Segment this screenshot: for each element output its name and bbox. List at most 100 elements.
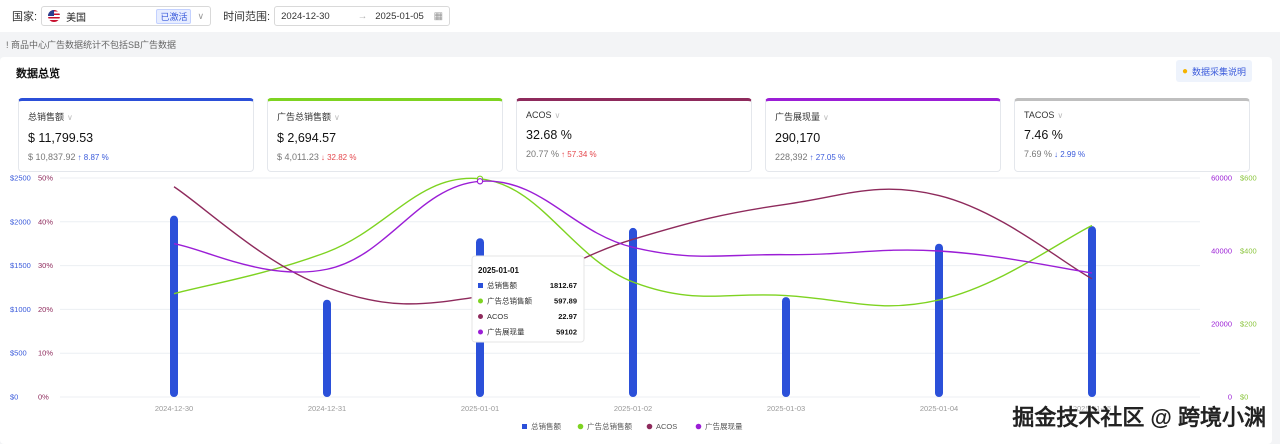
date-range-picker[interactable]: 2024-12-30 → 2025-01-05 ▦ bbox=[274, 6, 451, 26]
metric-name: 广告展现量 bbox=[775, 112, 821, 122]
x-tick-label: 2025-01-04 bbox=[920, 404, 958, 413]
chevron-down-icon: ∨ bbox=[197, 10, 205, 21]
metric-previous: 228,392 bbox=[775, 152, 808, 162]
y-tick-sales: $1500 bbox=[10, 261, 31, 270]
panel-title: 数据总览 bbox=[16, 68, 60, 80]
y-tick-sales: $2500 bbox=[10, 174, 31, 183]
us-flag-icon bbox=[48, 10, 61, 22]
date-end[interactable]: 2025-01-05 bbox=[375, 11, 424, 22]
y-tick-acos: 20% bbox=[38, 305, 53, 314]
metric-name: TACOS bbox=[1024, 110, 1055, 120]
data-collection-help-button[interactable]: ● 数据采集说明 bbox=[1175, 60, 1252, 82]
metric-change: ↓ 32.82 % bbox=[320, 153, 357, 162]
tooltip-series-name: ACOS bbox=[487, 312, 508, 321]
y-tick-ad-sales: $400 bbox=[1240, 247, 1257, 256]
metric-change: ↑ 8.87 % bbox=[77, 153, 109, 162]
bar-total-sales bbox=[1088, 226, 1096, 397]
legend-label: 广告总销售额 bbox=[587, 421, 632, 431]
bar-total-sales bbox=[935, 243, 943, 397]
date-start[interactable]: 2024-12-30 bbox=[281, 11, 330, 22]
x-tick-label: 2024-12-30 bbox=[155, 404, 193, 413]
y-tick-acos: 10% bbox=[38, 349, 53, 358]
metric-name: 广告总销售额 bbox=[277, 112, 332, 122]
y-tick-acos: 50% bbox=[38, 174, 53, 183]
tooltip-series-name: 广告总销售额 bbox=[487, 296, 532, 306]
metric-previous: $ 10,837.92 bbox=[28, 152, 76, 162]
bar-total-sales bbox=[170, 215, 178, 397]
legend-label: 总销售额 bbox=[531, 421, 561, 431]
country-value: 美国 bbox=[66, 12, 87, 24]
x-tick-label: 2025-01-03 bbox=[767, 404, 805, 413]
x-tick-label: 2024-12-31 bbox=[308, 404, 346, 413]
tooltip-series-value: 1812.67 bbox=[550, 281, 577, 290]
metric-name: 总销售额 bbox=[28, 112, 65, 122]
y-tick-sales: $0 bbox=[10, 393, 18, 402]
chevron-down-icon[interactable]: ∨ bbox=[555, 111, 561, 120]
y-tick-impressions: 60000 bbox=[1211, 174, 1232, 183]
bar-total-sales bbox=[629, 227, 637, 397]
time-range-label: 时间范围: bbox=[223, 11, 271, 23]
tooltip-series-value: 22.97 bbox=[558, 312, 577, 321]
bar-total-sales bbox=[323, 299, 331, 397]
metric-value: $ 11,799.53 bbox=[28, 131, 94, 145]
y-tick-acos: 0% bbox=[38, 393, 49, 402]
tooltip-series-value: 59102 bbox=[556, 328, 577, 337]
tooltip-swatch bbox=[478, 298, 483, 304]
y-tick-acos: 40% bbox=[38, 217, 53, 226]
metric-change: ↑ 57.34 % bbox=[561, 150, 597, 159]
legend-swatch bbox=[646, 423, 653, 430]
metric-value: 32.68 % bbox=[526, 128, 572, 142]
metric-value: $ 2,694.57 bbox=[277, 131, 337, 145]
metric-card-impressions[interactable]: 广告展现量 ∨ 290,170 228,392 ↑ 27.05 % bbox=[765, 98, 1001, 172]
y-tick-ad-sales: $200 bbox=[1240, 320, 1257, 329]
metric-card-tacos[interactable]: TACOS ∨ 7.46 % 7.69 % ↓ 2.99 % bbox=[1014, 98, 1250, 172]
tooltip-series-name: 总销售额 bbox=[487, 280, 517, 290]
legend-label: ACOS bbox=[656, 422, 677, 431]
tooltip-swatch bbox=[478, 314, 483, 319]
calendar-icon[interactable]: ▦ bbox=[434, 11, 443, 22]
tooltip-swatch bbox=[478, 329, 483, 335]
tooltip-series-name: 广告展现量 bbox=[487, 327, 525, 337]
metric-card-acos[interactable]: ACOS ∨ 32.68 % 20.77 % ↑ 57.34 % bbox=[516, 98, 752, 172]
x-tick-label: 2025-01-01 bbox=[461, 404, 499, 413]
y-tick-sales: $500 bbox=[10, 349, 27, 358]
metric-card-total-sales[interactable]: 总销售额 ∨ $ 11,799.53 $ 10,837.92 ↑ 8.87 % bbox=[18, 98, 254, 172]
tooltip-title: 2025-01-01 bbox=[478, 266, 519, 275]
legend-swatch bbox=[695, 423, 702, 430]
chevron-down-icon[interactable]: ∨ bbox=[823, 113, 829, 122]
metric-change: ↑ 27.05 % bbox=[809, 153, 846, 162]
bar-total-sales bbox=[782, 297, 790, 397]
country-select[interactable]: 美国 已激活 ∨ bbox=[41, 6, 212, 26]
metric-value: 290,170 bbox=[775, 131, 821, 145]
help-label: 数据采集说明 bbox=[1191, 66, 1246, 77]
filter-bar: 国家: 美国 已激活 ∨ 时间范围: 2024-12-30 → 2025-01-… bbox=[0, 0, 1280, 32]
arrow-right-icon: → bbox=[357, 10, 368, 22]
legend-label: 广告展现量 bbox=[705, 421, 743, 431]
status-badge: 已激活 bbox=[156, 8, 192, 24]
metric-value: 7.46 % bbox=[1024, 128, 1063, 142]
chevron-down-icon[interactable]: ∨ bbox=[67, 113, 73, 122]
country-label: 国家: bbox=[12, 11, 38, 23]
metric-previous: 7.69 % bbox=[1024, 149, 1053, 159]
y-tick-impressions: 20000 bbox=[1211, 320, 1232, 329]
y-tick-impressions: 40000 bbox=[1211, 247, 1232, 256]
notice-text: ! 商品中心广告数据统计不包括SB广告数据 bbox=[6, 40, 177, 50]
metric-previous: $ 4,011.23 bbox=[277, 152, 319, 162]
data-point-marker bbox=[476, 178, 484, 185]
watermark: 掘金技术社区 @ 跨境小渊 bbox=[1012, 405, 1266, 430]
y-tick-acos: 30% bbox=[38, 261, 53, 270]
tooltip-swatch bbox=[478, 283, 483, 288]
lightbulb-icon: ● bbox=[1181, 65, 1188, 77]
chevron-down-icon[interactable]: ∨ bbox=[334, 113, 340, 122]
tooltip-series-value: 597.89 bbox=[554, 297, 577, 306]
chevron-down-icon[interactable]: ∨ bbox=[1057, 111, 1063, 120]
x-tick-label: 2025-01-02 bbox=[614, 404, 652, 413]
metric-card-ad-sales[interactable]: 广告总销售额 ∨ $ 2,694.57 $ 4,011.23 ↓ 32.82 % bbox=[267, 98, 503, 172]
metric-previous: 20.77 % bbox=[526, 149, 560, 159]
y-tick-sales: $1000 bbox=[10, 305, 31, 314]
y-tick-sales: $2000 bbox=[10, 217, 31, 226]
metric-change: ↓ 2.99 % bbox=[1054, 150, 1086, 159]
legend-swatch bbox=[577, 423, 584, 430]
legend-swatch bbox=[522, 424, 527, 429]
y-tick-ad-sales: $600 bbox=[1240, 174, 1257, 183]
